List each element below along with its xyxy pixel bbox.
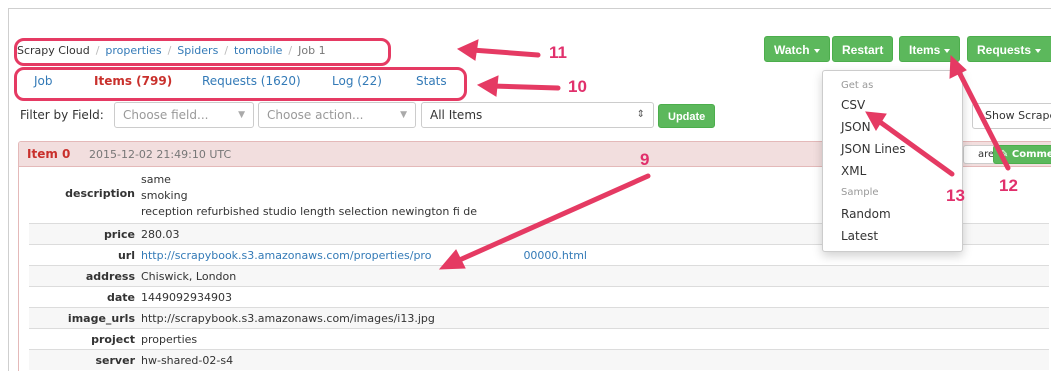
requests-label: Requests: [977, 43, 1032, 57]
action-select[interactable]: Choose action... ▼: [258, 102, 416, 128]
comment-label: Comme: [1011, 149, 1051, 160]
menu-item-random[interactable]: Random: [841, 207, 891, 221]
field-row-date: date 1449092934903: [29, 286, 1049, 307]
menu-item-latest[interactable]: Latest: [841, 229, 878, 243]
field-key: date: [106, 291, 135, 304]
annotation-number-11: 11: [549, 43, 567, 62]
menu-item-csv[interactable]: CSV: [841, 98, 865, 112]
annotation-number-12: 12: [999, 176, 1018, 195]
restart-label: Restart: [842, 43, 884, 57]
up-down-arrows-icon: ⇕: [636, 109, 645, 120]
field-key: image_urls: [67, 312, 135, 325]
url-link[interactable]: http://scrapybook.s3.amazonaws.com/prope…: [141, 249, 587, 262]
annotation-box-tabs: [14, 67, 467, 101]
field-row-server: server hw-shared-02-s4: [29, 349, 1049, 370]
menu-item-xml[interactable]: XML: [841, 164, 866, 178]
field-key: url: [117, 249, 135, 262]
action-select-placeholder: Choose action...: [267, 108, 364, 122]
menu-header-get-as: Get as: [841, 80, 874, 91]
field-row-project: project properties: [29, 328, 1049, 349]
field-row-address: address Chiswick, London: [29, 265, 1049, 286]
comment-icon: ✎: [1000, 149, 1012, 160]
field-key: project: [91, 333, 135, 346]
field-key: address: [85, 270, 135, 283]
menu-header-sample: Sample: [841, 187, 879, 198]
field-select[interactable]: Choose field... ▼: [114, 102, 254, 128]
description-line: reception refurbished studio length sele…: [141, 205, 478, 218]
field-key: server: [95, 354, 136, 367]
field-value: same smoking reception refurbished studi…: [141, 172, 477, 220]
item-title[interactable]: Item 0: [27, 147, 70, 161]
url-link-tail: 00000.html: [523, 249, 587, 262]
url-link-text: http://scrapybook.s3.amazonaws.com/prope…: [141, 249, 432, 262]
field-value: hw-shared-02-s4: [141, 354, 234, 367]
field-key: description: [65, 187, 135, 200]
chevron-down-icon: [1035, 48, 1042, 53]
field-value: properties: [141, 333, 198, 346]
chevron-down-icon: ▼: [400, 110, 407, 120]
field-value: 280.03: [141, 228, 180, 241]
field-key: price: [103, 228, 135, 241]
requests-dropdown-button[interactable]: Requests: [967, 36, 1051, 62]
description-line: same: [141, 173, 171, 186]
field-select-placeholder: Choose field...: [123, 108, 209, 122]
menu-item-json-lines[interactable]: JSON Lines: [841, 142, 906, 156]
annotation-number-13: 13: [946, 186, 965, 205]
restart-button[interactable]: Restart: [832, 36, 894, 62]
comment-button[interactable]: ✎ Comme: [993, 145, 1051, 164]
items-dropdown-button[interactable]: Items: [899, 36, 961, 62]
chevron-down-icon: [944, 48, 951, 53]
field-value: http://scrapybook.s3.amazonaws.com/image…: [141, 312, 435, 325]
update-button[interactable]: Update: [658, 104, 716, 128]
item-timestamp: 2015-12-02 21:49:10 UTC: [89, 148, 232, 161]
annotation-number-10: 10: [568, 77, 587, 96]
field-value: 1449092934903: [141, 291, 232, 304]
watch-button[interactable]: Watch: [764, 36, 830, 62]
filter-label: Filter by Field:: [20, 108, 104, 122]
items-label: Items: [909, 43, 941, 57]
scope-select[interactable]: All Items ⇕: [421, 102, 654, 128]
chevron-down-icon: ▼: [238, 110, 245, 120]
annotation-box-breadcrumb: [14, 38, 391, 66]
show-scraped-button[interactable]: Show Scrape: [972, 103, 1051, 129]
field-row-image-urls: image_urls http://scrapybook.s3.amazonaw…: [29, 307, 1049, 328]
watch-label: Watch: [774, 43, 810, 57]
annotation-number-9: 9: [640, 150, 650, 169]
menu-item-json[interactable]: JSON: [841, 120, 871, 134]
field-value: Chiswick, London: [141, 270, 237, 283]
chevron-down-icon: [813, 48, 820, 53]
scope-select-value: All Items: [430, 108, 483, 122]
description-line: smoking: [141, 189, 188, 202]
items-dropdown-menu: Get as CSV JSON JSON Lines XML Sample Ra…: [822, 70, 963, 252]
